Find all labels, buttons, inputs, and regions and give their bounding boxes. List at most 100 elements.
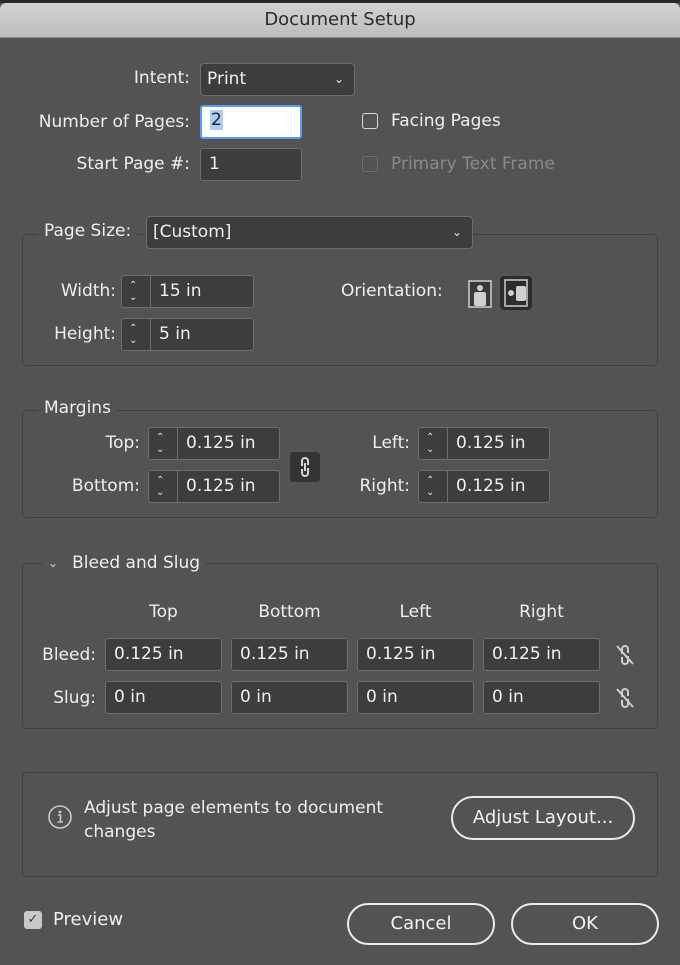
slug-left-input[interactable]: 0 in: [357, 681, 474, 714]
chevron-down-icon: ⌄: [333, 72, 344, 86]
margin-left-stepper[interactable]: ⌃ ⌄ 0.125 in: [418, 427, 550, 460]
slug-right-input[interactable]: 0 in: [483, 681, 600, 714]
chevron-down-icon[interactable]: ⌄: [129, 293, 137, 303]
preview-checkbox[interactable]: ✓: [24, 911, 42, 929]
margin-bottom-stepper-arrows[interactable]: ⌃ ⌄: [149, 471, 178, 502]
bleed-col-left: Left: [399, 602, 432, 622]
bleed-slug-legend: Bleed and Slug: [72, 553, 201, 573]
margins-link-button[interactable]: [290, 452, 320, 482]
dialog-title-bar: Document Setup: [0, 3, 680, 38]
width-value[interactable]: 15 in: [151, 276, 202, 307]
bleed-right-input[interactable]: 0.125 in: [483, 638, 600, 671]
primary-text-frame-checkbox[interactable]: [362, 156, 378, 172]
number-of-pages-label: Number of Pages:: [38, 112, 190, 132]
chevron-up-icon[interactable]: ⌃: [129, 281, 137, 291]
bleed-bottom-input[interactable]: 0.125 in: [231, 638, 348, 671]
preview-label: Preview: [53, 909, 124, 930]
bleed-left-value: 0.125 in: [366, 644, 436, 664]
bleed-right-value: 0.125 in: [492, 644, 562, 664]
margin-top-value[interactable]: 0.125 in: [178, 428, 256, 459]
margin-left-value[interactable]: 0.125 in: [448, 428, 526, 459]
bleed-top-input[interactable]: 0.125 in: [105, 638, 222, 671]
number-of-pages-value: 2: [210, 110, 223, 130]
chevron-down-icon[interactable]: ⌄: [156, 488, 164, 498]
start-page-input[interactable]: 1: [200, 148, 302, 181]
height-stepper[interactable]: ⌃ ⌄ 5 in: [121, 318, 254, 351]
chevron-down-icon: ⌄: [451, 225, 462, 239]
width-stepper-arrows[interactable]: ⌃ ⌄: [122, 276, 151, 307]
chevron-up-icon[interactable]: ⌃: [426, 476, 434, 486]
width-stepper[interactable]: ⌃ ⌄ 15 in: [121, 275, 254, 308]
intent-value: Print: [207, 69, 247, 89]
slug-top-value: 0 in: [114, 687, 146, 707]
height-stepper-arrows[interactable]: ⌃ ⌄: [122, 319, 151, 350]
margin-bottom-stepper[interactable]: ⌃ ⌄ 0.125 in: [148, 470, 280, 503]
adjust-layout-button[interactable]: Adjust Layout...: [451, 796, 635, 840]
portrait-icon: [468, 280, 492, 308]
margin-top-stepper[interactable]: ⌃ ⌄ 0.125 in: [148, 427, 280, 460]
checkmark-icon: ✓: [27, 912, 39, 927]
adjust-message-line1: Adjust page elements to document: [84, 798, 384, 818]
margin-right-value[interactable]: 0.125 in: [448, 471, 526, 502]
slug-link-button[interactable]: [614, 686, 636, 710]
facing-pages-label: Facing Pages: [391, 111, 501, 131]
margin-right-stepper-arrows[interactable]: ⌃ ⌄: [419, 471, 448, 502]
margins-group: [22, 410, 658, 518]
cancel-button[interactable]: Cancel: [347, 903, 495, 945]
orientation-landscape-button[interactable]: [500, 276, 532, 310]
chevron-down-icon[interactable]: ⌄: [48, 556, 58, 570]
margin-right-stepper[interactable]: ⌃ ⌄ 0.125 in: [418, 470, 550, 503]
orientation-portrait-button[interactable]: [468, 280, 492, 308]
margin-top-label: Top:: [105, 433, 140, 453]
bleed-col-right: Right: [519, 602, 564, 622]
chevron-up-icon[interactable]: ⌃: [129, 324, 137, 334]
number-of-pages-input[interactable]: 2: [200, 105, 302, 139]
info-icon: [47, 804, 73, 830]
intent-dropdown[interactable]: Print ⌄: [200, 63, 355, 96]
bleed-slug-header[interactable]: ⌄ Bleed and Slug: [42, 550, 207, 576]
margin-bottom-value[interactable]: 0.125 in: [178, 471, 256, 502]
margin-left-label: Left:: [372, 433, 410, 453]
chevron-down-icon[interactable]: ⌄: [156, 445, 164, 455]
adjust-message-line2: changes: [84, 822, 156, 842]
page-size-value: [Custom]: [153, 222, 232, 242]
bleed-bottom-value: 0.125 in: [240, 644, 310, 664]
chevron-up-icon[interactable]: ⌃: [156, 433, 164, 443]
ok-button[interactable]: OK: [511, 903, 659, 945]
chevron-down-icon[interactable]: ⌄: [426, 445, 434, 455]
chain-link-icon: [301, 457, 309, 477]
slug-bottom-value: 0 in: [240, 687, 272, 707]
chevron-down-icon[interactable]: ⌄: [129, 336, 137, 346]
chevron-down-icon[interactable]: ⌄: [426, 488, 434, 498]
broken-link-icon: [616, 645, 634, 665]
height-value[interactable]: 5 in: [151, 319, 191, 350]
dialog-title: Document Setup: [264, 9, 416, 30]
page-size-dropdown[interactable]: [Custom] ⌄: [146, 216, 473, 249]
margin-left-stepper-arrows[interactable]: ⌃ ⌄: [419, 428, 448, 459]
chevron-up-icon[interactable]: ⌃: [426, 433, 434, 443]
landscape-icon: [504, 279, 528, 307]
slug-bottom-input[interactable]: 0 in: [231, 681, 348, 714]
height-label: Height:: [54, 324, 116, 344]
margin-top-stepper-arrows[interactable]: ⌃ ⌄: [149, 428, 178, 459]
bleed-label: Bleed:: [42, 645, 96, 665]
page-size-label: Page Size:: [38, 221, 138, 241]
broken-link-icon: [616, 688, 634, 708]
slug-right-value: 0 in: [492, 687, 524, 707]
margin-right-label: Right:: [359, 476, 411, 496]
start-page-label: Start Page #:: [76, 154, 190, 174]
width-label: Width:: [60, 281, 116, 301]
slug-top-input[interactable]: 0 in: [105, 681, 222, 714]
bleed-col-top: Top: [149, 602, 178, 622]
primary-text-frame-label: Primary Text Frame: [391, 154, 555, 174]
bleed-top-value: 0.125 in: [114, 644, 184, 664]
chevron-up-icon[interactable]: ⌃: [156, 476, 164, 486]
page-size-group: [22, 234, 658, 366]
orientation-label: Orientation:: [341, 281, 443, 301]
bleed-link-button[interactable]: [614, 643, 636, 667]
facing-pages-checkbox[interactable]: [362, 113, 378, 129]
slug-left-value: 0 in: [366, 687, 398, 707]
slug-label: Slug:: [53, 688, 96, 708]
bleed-left-input[interactable]: 0.125 in: [357, 638, 474, 671]
intent-label: Intent:: [133, 68, 190, 88]
